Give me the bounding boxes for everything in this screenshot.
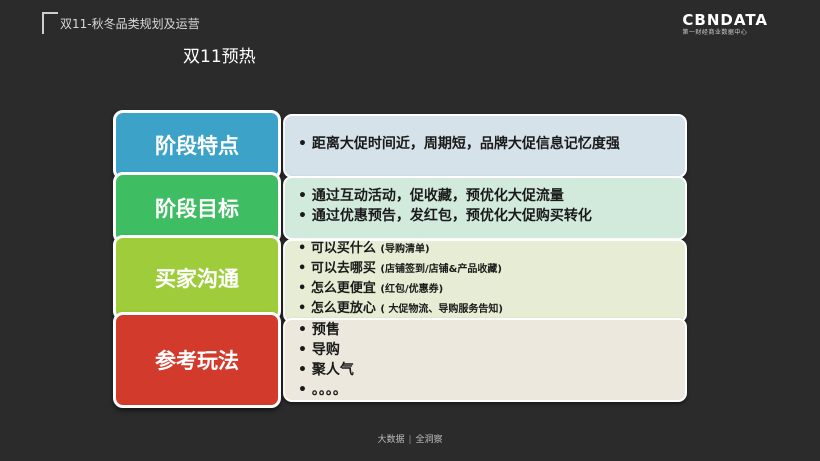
list-item: • 导购: [298, 342, 340, 358]
stage-label-box: 阶段特点: [113, 110, 281, 180]
list-item: • 怎么更放心 ( 大促物流、导购服务告知): [298, 301, 503, 316]
list-item: • 怎么更便宜 (红包/优惠券): [298, 281, 444, 296]
stage-label: 买家沟通: [155, 267, 239, 291]
list-item: • 聚人气: [298, 362, 354, 378]
list-item: • 。。。。: [298, 382, 347, 398]
stage-row-characteristics: 阶段特点 • 距离大促时间近，周期短，品牌大促信息记忆度强: [113, 110, 689, 180]
stage-label-box: 买家沟通: [113, 235, 281, 321]
list-item: • 预售: [298, 322, 340, 338]
stage-row-communication: 买家沟通 • 可以买什么 (导购清单) • 可以去哪买 (店铺签到/店铺&产品收…: [113, 235, 689, 323]
brand-name: CBNDATA: [682, 11, 768, 29]
header-title: 双11-秋冬品类规划及运营: [60, 17, 200, 31]
brand-logo: CBNDATA 第一财经商业数据中心: [682, 12, 768, 37]
list-item: • 可以买什么 (导购清单): [298, 241, 430, 256]
corner-bracket: [42, 12, 58, 34]
footer: 大数据 | 全洞察: [0, 432, 820, 445]
list-item: • 通过优惠预告，发红包，预优化大促购买转化: [298, 208, 592, 224]
footer-right: 全洞察: [415, 435, 443, 445]
stage-items: • 距离大促时间近，周期短，品牌大促信息记忆度强: [298, 134, 620, 154]
stage-label-box: 阶段目标: [113, 172, 281, 244]
slide-title: 双11预热: [183, 47, 256, 67]
stage-items: • 预售 • 导购 • 聚人气 • 。。。。: [298, 320, 354, 400]
stage-row-goals: 阶段目标 • 通过互动活动，促收藏，预优化大促流量 • 通过优惠预告，发红包，预…: [113, 172, 689, 244]
brand-subtitle: 第一财经商业数据中心: [682, 29, 748, 36]
stage-items: • 通过互动活动，促收藏，预优化大促流量 • 通过优惠预告，发红包，预优化大促购…: [298, 186, 592, 226]
stage-label: 阶段目标: [155, 197, 239, 221]
stage-label: 阶段特点: [155, 134, 239, 158]
list-item: • 距离大促时间近，周期短，品牌大促信息记忆度强: [298, 136, 620, 152]
list-item: • 可以去哪买 (店铺签到/店铺&产品收藏): [298, 261, 502, 276]
stage-row-tactics: 参考玩法 • 预售 • 导购 • 聚人气 • 。。。。: [113, 312, 689, 408]
stage-items: • 可以买什么 (导购清单) • 可以去哪买 (店铺签到/店铺&产品收藏) • …: [298, 239, 503, 319]
stage-label-box: 参考玩法: [113, 312, 281, 408]
footer-separator: |: [408, 435, 412, 445]
stage-label: 参考玩法: [155, 349, 239, 373]
list-item: • 通过互动活动，促收藏，预优化大促流量: [298, 188, 564, 204]
footer-left: 大数据: [377, 435, 405, 445]
